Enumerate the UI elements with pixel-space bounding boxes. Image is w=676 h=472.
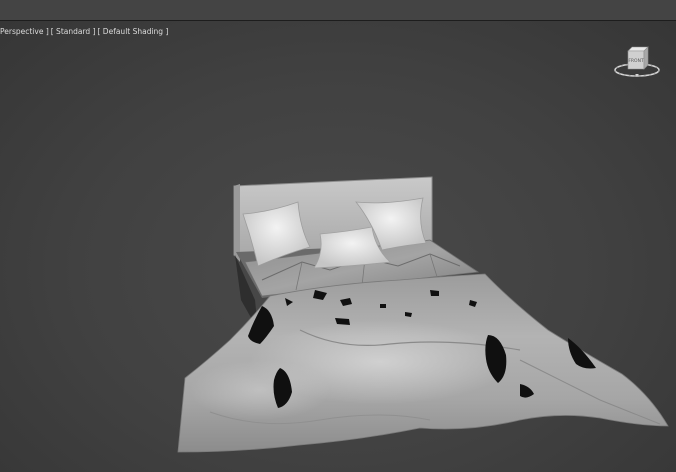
scene-canvas[interactable] bbox=[0, 21, 676, 472]
perspective-viewport[interactable]: Perspective ] [ Standard ] [ Default Sha… bbox=[0, 21, 676, 472]
toolbar-strip bbox=[0, 0, 676, 21]
